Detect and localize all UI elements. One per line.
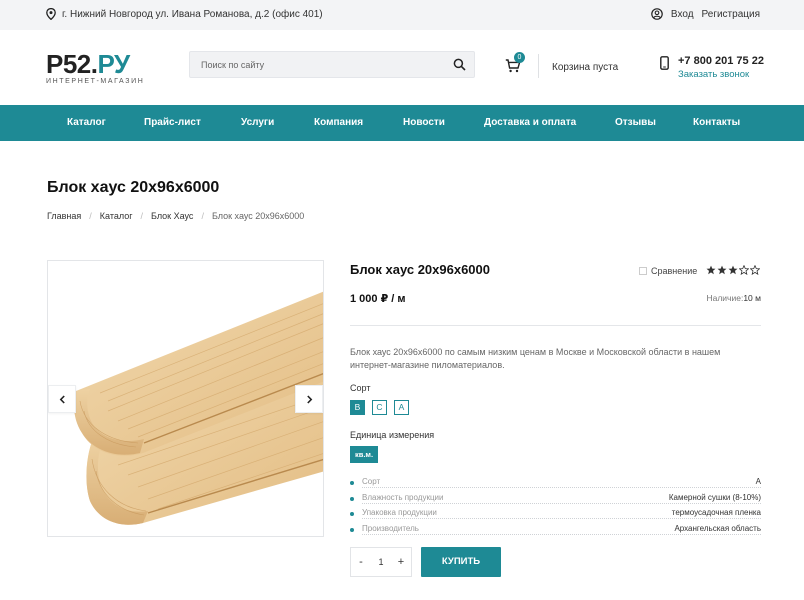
breadcrumb-current: Блок хаус 20х96х6000	[211, 211, 305, 221]
star-filled-icon[interactable]	[717, 265, 727, 275]
grade-option-a[interactable]: А	[394, 400, 409, 415]
breadcrumb: Главная / Каталог / Блок Хаус / Блок хау…	[47, 211, 304, 221]
property-row: Упаковка продукции термоусадочная пленка	[350, 507, 761, 523]
property-row: Производитель Архангельская область	[350, 523, 761, 539]
breadcrumb-separator: /	[201, 211, 204, 221]
bullet	[350, 496, 354, 501]
search-input[interactable]	[190, 52, 430, 77]
gallery-next-button[interactable]	[295, 385, 323, 413]
address: г. Нижний Новгород ул. Ивана Романова, д…	[46, 8, 323, 20]
property-row: Сорт А	[350, 476, 761, 492]
main-nav: Каталог Прайс-лист Услуги Компания Новос…	[0, 105, 804, 141]
logo-text: Р52.РУ	[46, 49, 130, 79]
logo[interactable]: Р52.РУ ИНТЕРНЕТ-МАГАЗИН	[46, 51, 144, 85]
cart-button[interactable]: 0	[505, 52, 525, 74]
page-title: Блок хаус 20х96х6000	[47, 179, 220, 196]
property-key: Производитель	[362, 523, 422, 533]
star-filled-icon[interactable]	[706, 265, 716, 275]
stock-status: Наличие:10 м	[706, 293, 761, 303]
property-key: Сорт	[362, 477, 384, 486]
nav-item-delivery[interactable]: Доставка и оплата	[484, 117, 576, 128]
compare-checkbox[interactable]	[639, 267, 647, 275]
login-link[interactable]: Вход	[671, 9, 694, 20]
nav-item-company[interactable]: Компания	[314, 117, 363, 128]
buy-button[interactable]: КУПИТЬ	[421, 547, 501, 577]
property-value: А	[752, 477, 761, 486]
cart-status[interactable]: Корзина пуста	[552, 62, 618, 73]
breadcrumb-catalog[interactable]: Каталог	[100, 211, 133, 221]
product-price: 1 000 ₽ / м	[350, 293, 406, 305]
quantity-stepper: - 1 +	[350, 547, 412, 577]
breadcrumb-separator: /	[140, 211, 144, 221]
star-empty-icon[interactable]	[739, 265, 749, 275]
dotted-leader	[362, 502, 761, 504]
quantity-value[interactable]: 1	[371, 557, 391, 567]
compare-label: Сравнение	[651, 266, 698, 276]
compare-toggle[interactable]: Сравнение	[639, 266, 697, 276]
cart-count-badge: 0	[514, 52, 525, 63]
divider	[350, 325, 761, 326]
nav-item-price-list[interactable]: Прайс-лист	[144, 117, 201, 128]
bullet	[350, 527, 354, 532]
property-value: Камерной сушки (8-10%)	[665, 492, 761, 502]
grade-label: Сорт	[350, 383, 371, 393]
star-filled-icon[interactable]	[728, 265, 738, 275]
property-key: Влажность продукции	[362, 492, 447, 502]
quantity-decrease-button[interactable]: -	[351, 556, 371, 568]
phone-number[interactable]: +7 800 201 75 22	[678, 55, 764, 67]
logo-subtitle: ИНТЕРНЕТ-МАГАЗИН	[46, 78, 145, 85]
grade-option-b[interactable]: В	[350, 400, 365, 415]
bullet	[350, 481, 354, 485]
nav-item-services[interactable]: Услуги	[241, 117, 274, 128]
dotted-leader	[362, 533, 761, 535]
nav-item-news[interactable]: Новости	[403, 117, 445, 128]
unit-option[interactable]: кв.м.	[350, 446, 378, 463]
product-title: Блок хаус 20х96х6000	[350, 262, 490, 277]
property-value: термоусадочная пленка	[668, 508, 761, 517]
top-bar: г. Нижний Новгород ул. Ивана Романова, д…	[0, 0, 804, 30]
nav-item-reviews[interactable]: Отзывы	[615, 117, 656, 128]
product-description: Блок хаус 20х96х6000 по самым низким цен…	[350, 347, 721, 370]
location-pin-icon	[46, 8, 56, 20]
unit-label: Единица измерения	[350, 430, 435, 440]
bullet	[350, 512, 354, 516]
chevron-left-icon	[59, 394, 65, 404]
grade-options: В С А	[350, 400, 409, 415]
callback-link[interactable]: Заказать звонок	[678, 69, 749, 80]
chevron-right-icon	[306, 394, 312, 404]
property-key: Упаковка продукции	[362, 508, 440, 517]
user-icon	[651, 8, 663, 20]
property-value: Архангельская область	[671, 523, 761, 533]
quantity-increase-button[interactable]: +	[391, 556, 411, 568]
nav-item-catalog[interactable]: Каталог	[67, 117, 106, 128]
dotted-leader	[362, 518, 761, 519]
nav-item-contacts[interactable]: Контакты	[693, 117, 740, 128]
star-empty-icon[interactable]	[750, 265, 760, 275]
dotted-leader	[362, 487, 761, 488]
product-gallery	[47, 260, 324, 537]
gallery-prev-button[interactable]	[48, 385, 76, 413]
breadcrumb-home[interactable]: Главная	[47, 211, 81, 221]
divider	[538, 54, 539, 78]
rating-stars[interactable]	[706, 265, 760, 275]
auth-links: Вход Регистрация	[651, 8, 760, 20]
address-text: г. Нижний Новгород ул. Ивана Романова, д…	[62, 8, 323, 20]
product-image[interactable]	[48, 261, 324, 537]
breadcrumb-category[interactable]: Блок Хаус	[151, 211, 193, 221]
breadcrumb-separator: /	[89, 211, 92, 221]
search-icon[interactable]	[453, 58, 466, 71]
header: Р52.РУ ИНТЕРНЕТ-МАГАЗИН 0 Корзина пуста …	[0, 30, 804, 105]
register-link[interactable]: Регистрация	[702, 9, 760, 20]
phone-icon	[660, 56, 669, 70]
grade-option-c[interactable]: С	[372, 400, 387, 415]
product-properties: Сорт А Влажность продукции Камерной сушк…	[350, 476, 761, 538]
search-box	[189, 51, 475, 78]
property-row: Влажность продукции Камерной сушки (8-10…	[350, 492, 761, 508]
